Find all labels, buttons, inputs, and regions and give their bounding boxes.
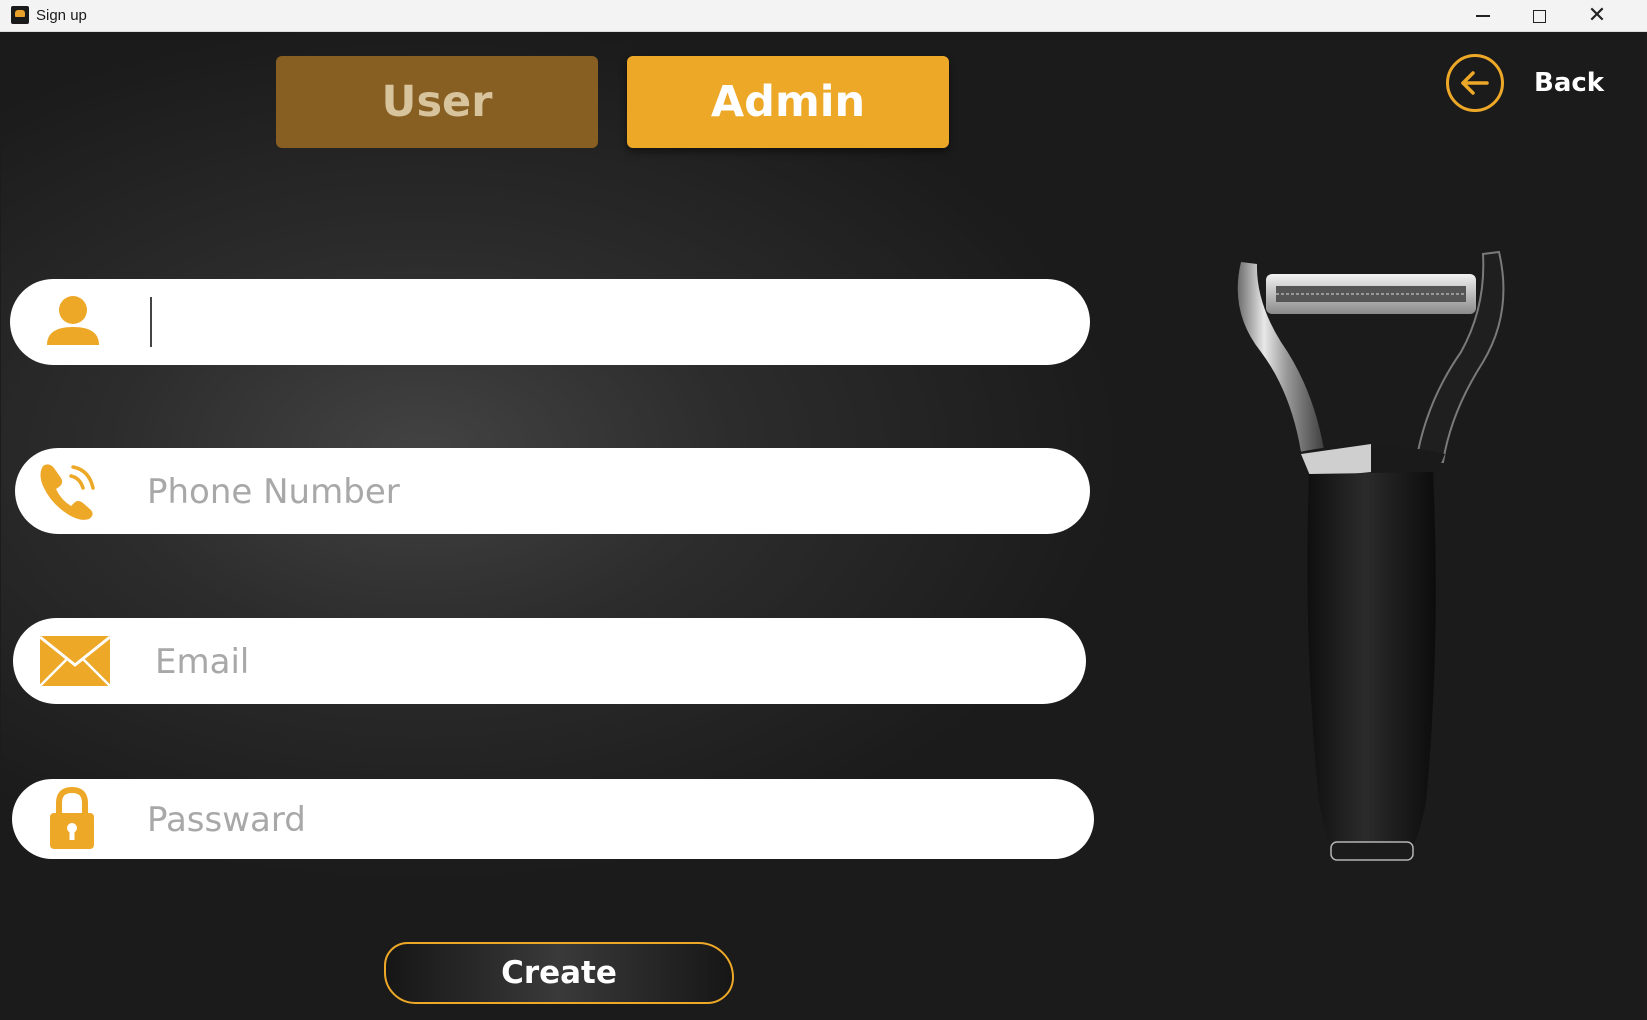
minimize-icon [1476, 15, 1490, 17]
maximize-icon [1532, 9, 1546, 23]
title-bar: Sign up ✕ [0, 0, 1647, 32]
password-input[interactable] [145, 789, 1049, 851]
tab-admin[interactable]: Admin [627, 56, 949, 148]
email-field[interactable] [13, 618, 1086, 704]
back-button[interactable]: Back [1446, 54, 1604, 112]
text-cursor [150, 297, 152, 347]
peeler-image [1221, 222, 1521, 922]
signup-content: User Admin Back Phone Number Email Creat… [1, 32, 1646, 1020]
password-field[interactable] [12, 779, 1094, 859]
phone-field[interactable] [15, 448, 1090, 534]
close-icon: ✕ [1587, 3, 1607, 28]
tab-user[interactable]: User [276, 56, 598, 148]
user-icon [46, 293, 100, 347]
phone-icon [37, 462, 99, 520]
phone-input[interactable] [145, 461, 1049, 523]
name-field[interactable] [10, 279, 1090, 365]
app-icon [11, 6, 29, 24]
close-button[interactable]: ✕ [1569, 0, 1625, 32]
back-label: Back [1534, 68, 1605, 98]
minimize-button[interactable] [1455, 0, 1511, 32]
email-input[interactable] [153, 631, 1047, 693]
envelope-icon [39, 635, 111, 687]
maximize-button[interactable] [1511, 0, 1567, 32]
create-button[interactable]: Create [384, 942, 734, 1004]
window-title: Sign up [36, 7, 87, 24]
arrow-left-icon [1446, 54, 1504, 112]
name-input[interactable] [160, 292, 1044, 354]
lock-icon [48, 787, 96, 851]
